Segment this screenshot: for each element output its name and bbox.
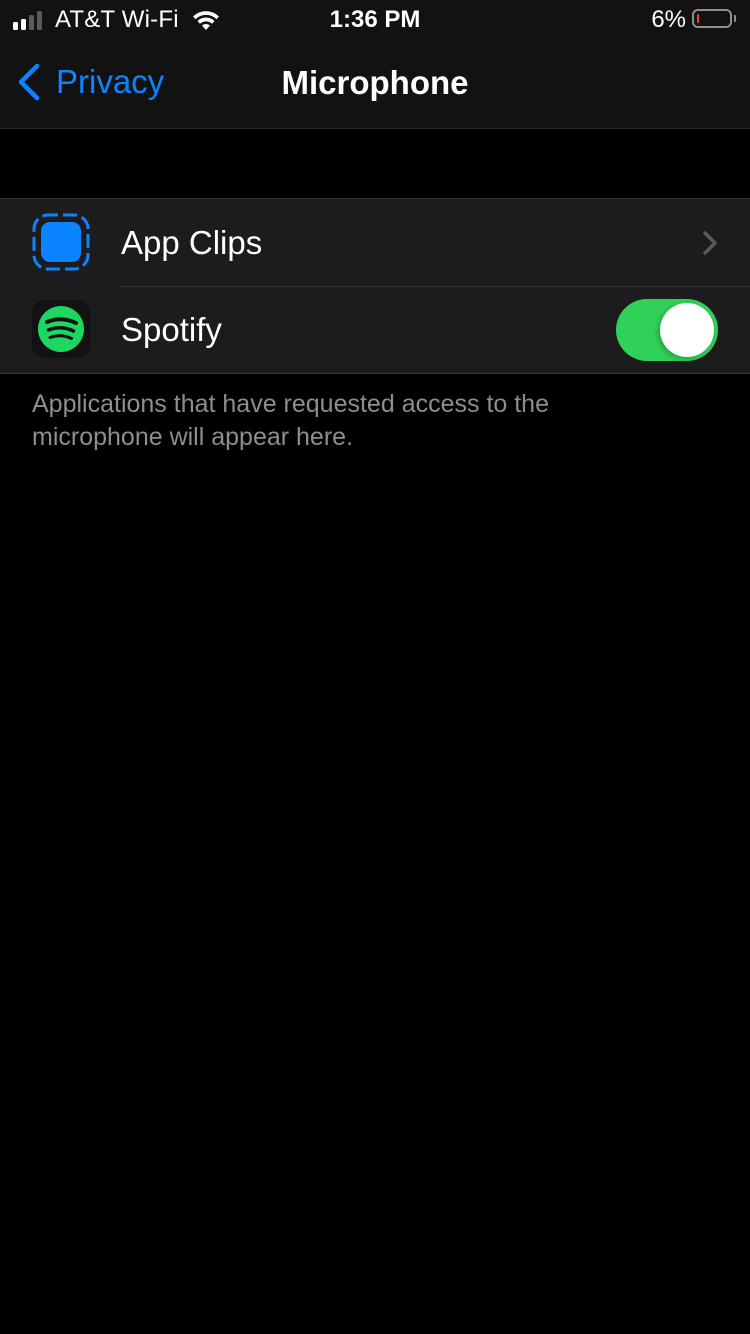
section-footer-note: Applications that have requested access … [32, 390, 549, 451]
clock: 1:36 PM [329, 6, 421, 33]
app-permissions-list: App Clips Spotify [0, 198, 750, 374]
app-clips-icon [32, 213, 90, 271]
navigation-header: AT&T Wi-Fi 1:36 PM 6% Privacy Microphone [0, 0, 750, 129]
list-item-label: App Clips [121, 224, 263, 261]
battery-percentage: 6% [651, 6, 686, 33]
toggle-knob [660, 303, 714, 357]
list-item-app-clips[interactable]: App Clips [0, 199, 750, 286]
status-bar: AT&T Wi-Fi 1:36 PM 6% [0, 0, 750, 40]
list-item-label: Spotify [121, 311, 222, 348]
list-item-spotify: Spotify [0, 286, 750, 373]
page-title: Microphone [281, 64, 469, 101]
battery-icon [692, 9, 732, 28]
spotify-icon [32, 300, 90, 358]
battery-terminal [734, 15, 736, 22]
spotify-microphone-toggle[interactable] [616, 299, 718, 361]
chevron-right-icon [703, 231, 717, 255]
